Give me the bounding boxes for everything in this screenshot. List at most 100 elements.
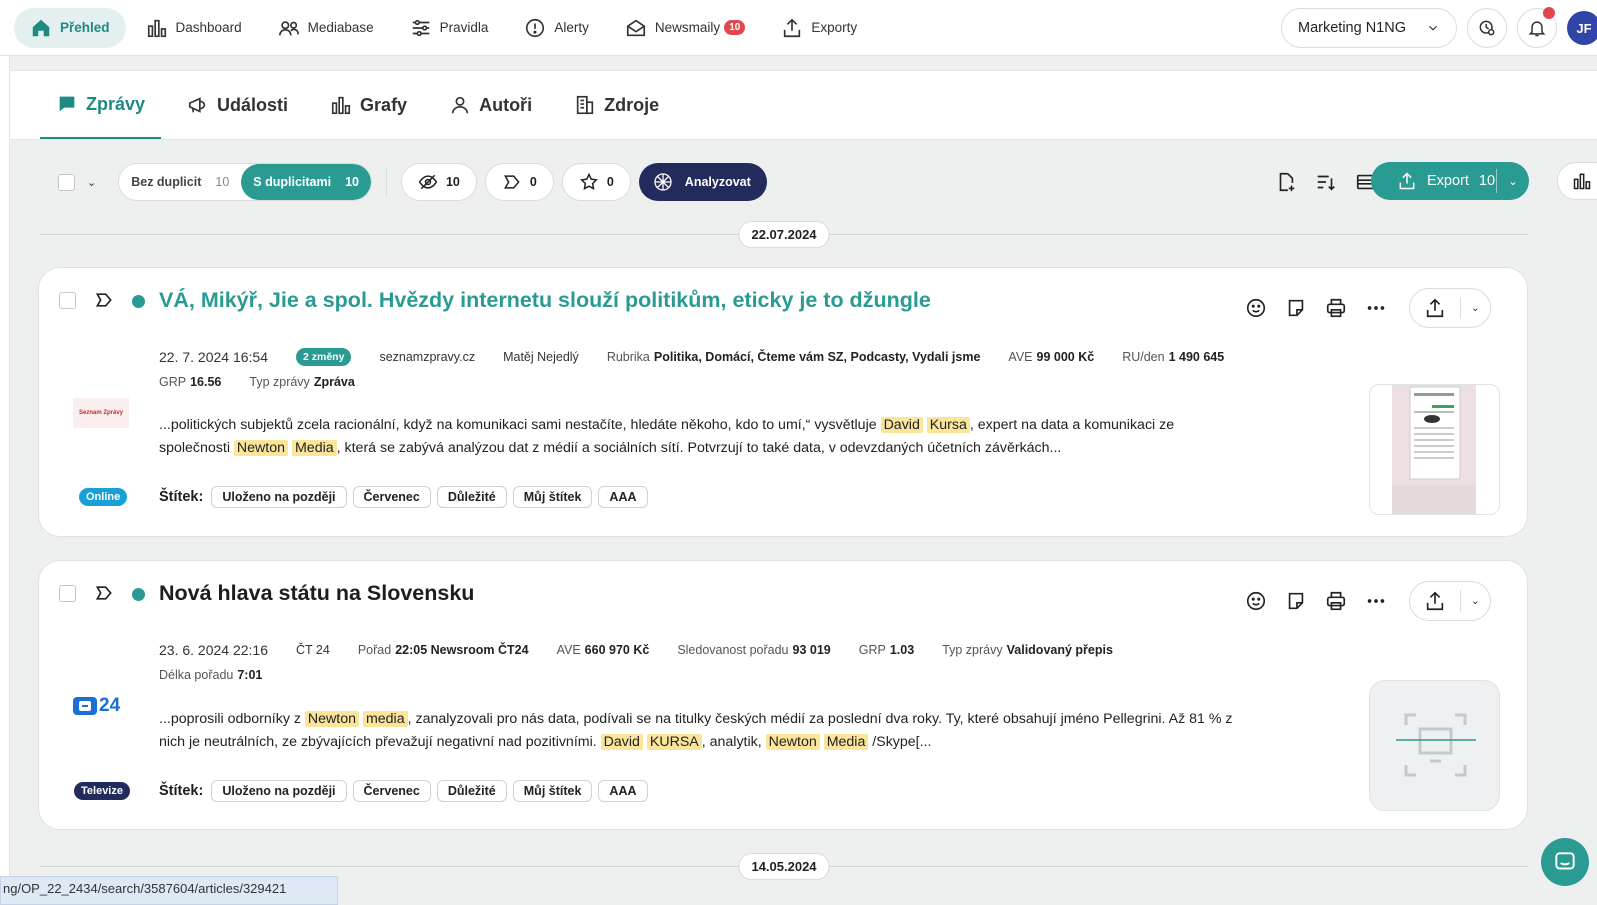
more-icon[interactable]	[1365, 590, 1387, 612]
tag-icon[interactable]	[94, 290, 114, 310]
export-dropdown[interactable]: ⌄	[1497, 175, 1529, 188]
tag-icon	[503, 175, 520, 189]
export-button[interactable]: Export 10 ⌄	[1371, 162, 1529, 200]
changes-badge[interactable]: 2 změny	[296, 348, 352, 366]
chat-button[interactable]	[1541, 838, 1589, 886]
workspace-name: Marketing N1NG	[1298, 20, 1406, 36]
meta-label: GRP	[858, 643, 886, 657]
sort-icon[interactable]	[1315, 171, 1337, 193]
article-author[interactable]: Matěj Nejedlý	[503, 350, 579, 364]
network-icon	[654, 173, 672, 191]
article-source[interactable]: seznamzpravy.cz	[379, 350, 475, 364]
article-title[interactable]: VÁ, Mikýř, Jie a spol. Hvězdy internetu …	[159, 288, 931, 313]
analyze-button[interactable]: Analyzovat	[638, 163, 767, 201]
avatar[interactable]: JF	[1567, 11, 1597, 45]
label-chip[interactable]: Uloženo na později	[211, 486, 347, 508]
top-navigation: Přehled Dashboard Mediabase Pravidla Ale…	[0, 0, 1597, 56]
add-document-icon[interactable]	[1275, 171, 1297, 193]
article-datetime: 22. 7. 2024 16:54	[159, 349, 268, 365]
print-icon[interactable]	[1325, 297, 1347, 319]
article-checkbox[interactable]	[59, 292, 76, 309]
article-grp: 1.03	[889, 643, 915, 657]
article-card[interactable]: VÁ, Mikýř, Jie a spol. Hvězdy internetu …	[38, 267, 1528, 537]
nav-item-pravidla[interactable]: Pravidla	[394, 8, 505, 48]
label-chip[interactable]: Můj štítek	[512, 486, 593, 508]
note-icon[interactable]	[1285, 590, 1307, 612]
upload-icon	[784, 18, 801, 37]
label-chip[interactable]: Můj štítek	[512, 780, 593, 802]
select-all-checkbox[interactable]	[58, 173, 75, 191]
source-logo: 24	[73, 695, 120, 717]
alert-icon	[526, 18, 545, 37]
sentiment-icon[interactable]	[1245, 590, 1267, 612]
select-options-caret[interactable]: ⌄	[87, 176, 96, 189]
article-card[interactable]: Nová hlava státu na Slovensku ⌄ 23. 6. 2…	[38, 560, 1528, 830]
article-datetime: 23. 6. 2024 22:16	[159, 642, 268, 658]
with-duplicates-option[interactable]: S duplicitami 10	[241, 164, 371, 200]
tab-zdroje[interactable]: Zdroje	[558, 71, 675, 139]
article-type: Validovaný přepis	[1006, 643, 1113, 657]
option-count: 10	[345, 175, 359, 189]
megaphone-icon	[188, 97, 206, 113]
unread-dot	[132, 588, 145, 601]
sentiment-icon[interactable]	[1245, 297, 1267, 319]
chart-view-button[interactable]	[1557, 162, 1597, 200]
label-chip[interactable]: Červenec	[352, 780, 431, 802]
share-dropdown[interactable]: ⌄	[1461, 303, 1490, 314]
share-main[interactable]	[1410, 297, 1461, 319]
share-dropdown[interactable]: ⌄	[1461, 596, 1490, 607]
print-icon[interactable]	[1325, 590, 1347, 612]
bar-chart-icon	[1573, 173, 1591, 190]
article-meta-row-2: GRP 16.56 Typ zprávy Zpráva	[159, 375, 383, 389]
meta-label: Typ zprávy	[942, 643, 1003, 657]
nav-item-newsmaily[interactable]: Newsmaily 10	[609, 8, 761, 48]
article-title[interactable]: Nová hlava státu na Slovensku	[159, 581, 474, 606]
tagged-filter-button[interactable]: 0	[484, 163, 554, 201]
scan-placeholder-icon	[1396, 713, 1476, 777]
tag-icon[interactable]	[94, 583, 114, 603]
tab-zpravy[interactable]: Zprávy	[40, 71, 162, 139]
article-meta-row-1: 23. 6. 2024 22:16 ČT 24 Pořad 22:05 Newsr…	[159, 642, 1141, 658]
notifications-button[interactable]	[1517, 7, 1557, 48]
article-checkbox[interactable]	[59, 585, 76, 602]
article-thumbnail-placeholder[interactable]	[1369, 680, 1500, 811]
share-split-button[interactable]: ⌄	[1409, 581, 1491, 621]
more-icon[interactable]	[1365, 297, 1387, 319]
workspace-select[interactable]: Marketing N1NG	[1281, 8, 1457, 48]
article-thumbnail[interactable]	[1369, 384, 1500, 515]
without-duplicates-option[interactable]: Bez duplicit 10	[119, 164, 241, 200]
nav-item-prehled[interactable]: Přehled	[14, 7, 126, 48]
timer-button[interactable]	[1467, 8, 1507, 48]
nav-item-exporty[interactable]: Exporty	[765, 8, 873, 48]
article-source[interactable]: ČT 24	[296, 643, 330, 657]
excerpt-highlight: Newton	[765, 734, 820, 750]
label-chip[interactable]: Důležité	[436, 486, 507, 508]
meta-label: Sledovanost pořadu	[677, 643, 789, 657]
export-main[interactable]: Export 10	[1371, 169, 1497, 193]
bar-chart-icon	[331, 96, 351, 115]
tab-autori[interactable]: Autoři	[433, 71, 548, 139]
article-meta-row-1: 22. 7. 2024 16:54 2 změny seznamzpravy.c…	[159, 348, 1252, 366]
label-chip[interactable]: AAA	[598, 780, 648, 802]
share-main[interactable]	[1410, 590, 1461, 612]
note-icon[interactable]	[1285, 297, 1307, 319]
nav-item-mediabase[interactable]: Mediabase	[262, 8, 390, 48]
label-chip[interactable]: Důležité	[436, 780, 507, 802]
article-ave: 660 970 Kč	[584, 643, 650, 657]
hidden-filter-button[interactable]: 10	[400, 163, 477, 201]
tab-grafy[interactable]: Grafy	[314, 71, 423, 139]
nav-label: Pravidla	[439, 20, 489, 35]
tab-udalosti[interactable]: Události	[171, 71, 304, 139]
share-split-button[interactable]: ⌄	[1409, 288, 1491, 328]
labels-title: Štítek:	[159, 489, 204, 505]
list-toolbar: ⌄ Bez duplicit 10 S duplicitami 10 10 0 …	[40, 162, 1597, 202]
tagged-count: 0	[529, 175, 537, 189]
label-chip[interactable]: Červenec	[352, 486, 431, 508]
nav-item-alerty[interactable]: Alerty	[508, 8, 605, 48]
media-type-badge: Televize	[74, 782, 130, 800]
starred-filter-button[interactable]: 0	[561, 163, 631, 201]
label-chip[interactable]: AAA	[598, 486, 648, 508]
label-chip[interactable]: Uloženo na později	[211, 780, 347, 802]
bell-icon	[1528, 21, 1546, 37]
nav-item-dashboard[interactable]: Dashboard	[130, 8, 258, 48]
